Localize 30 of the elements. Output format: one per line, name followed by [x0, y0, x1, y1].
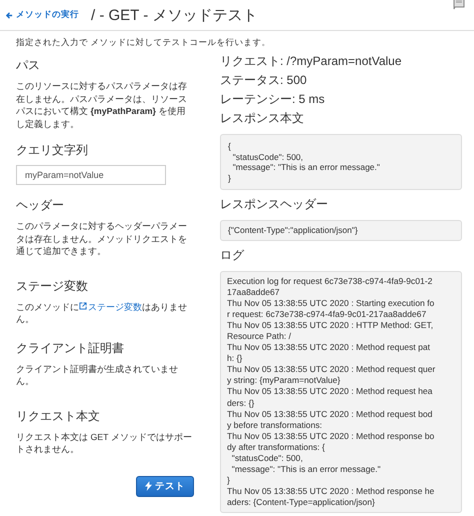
section-heading: クエリ文字列: [16, 142, 89, 159]
section-text: このリソースに対するパスパラメータは存在しません。パスパラメータは、リソースパスにおいて構文 {myPathParam} を使用し定義します。: [16, 80, 188, 130]
section-text: クライアント証明書が生成されていません。: [16, 362, 179, 388]
book-icon[interactable]: [452, 0, 466, 10]
section-text: リクエスト本文は GET メソッドではサポートされません。: [16, 430, 193, 456]
status-text: ステータス: 500: [220, 72, 308, 89]
test-button[interactable]: テスト: [136, 476, 194, 496]
section-heading: リクエスト本文: [16, 408, 101, 424]
section-heading: クライアント証明書: [16, 340, 125, 356]
back-link[interactable]: メソッドの実行: [6, 9, 79, 21]
log-heading: ログ: [220, 246, 246, 264]
response-body-heading: レスポンス本文: [220, 110, 305, 127]
response-headers-heading: レスポンスヘッダー: [220, 196, 329, 213]
lightning-icon: [145, 481, 152, 491]
response-body: { "statusCode": 500, "message": "This is an error message." }: [220, 134, 462, 190]
section-heading: パス: [16, 57, 41, 74]
section-text: このメソッドに ステージ変数はありません。: [16, 300, 188, 326]
arrow-icon: [6, 12, 13, 18]
query-string-field[interactable]: myParam=notValue: [16, 165, 166, 185]
page-title: / - GET - メソッドテスト: [91, 6, 258, 24]
section-heading: ヘッダー: [16, 197, 65, 214]
response-headers: {"Content-Type":"application/json"}: [220, 220, 462, 240]
log-output: Execution log for request 6c73e738-c974-4fa9-9c01-2 17aa8adde67 Thu Nov 05 13:38:55 UTC 2020 : Starting execution fo r request: 6c73e738-c974-4fa9-9c01-217aa8adde67 Thu Nov 05 13:38:55 UTC 2020 : HTTP Method: GET, Resource Path: / Thu Nov 05 13:38:55 UTC 2020 : Method request pat h: {} Thu Nov 05 13:38:55 UTC 2020 : Method request quer y string: {myParam=notValue} Thu Nov 05 13:38:55 UTC 2020 : Method request hea ders: {} Thu Nov 05 13:38:55 UTC 2020 : Method request bod y before transformations: Thu Nov 05 13:38:55 UTC 2020 : Method response bo dy after transformations: { "statusCode": 500, "message": "This is an error message." } Thu Nov 05 13:38:55 UTC 2020 : Method response he aders: {Content-Type=application/json}: [220, 270, 462, 514]
request-text: リクエスト: /?myParam=notValue: [220, 53, 403, 70]
intro-text: 指定された入力で メソッドに対してテストコールを行います。: [15, 36, 272, 49]
section-heading: ステージ変数: [16, 278, 89, 294]
latency-text: レーテンシー: 5 ms: [220, 91, 326, 108]
external-link-icon: [79, 302, 87, 310]
stage-variables-link[interactable]: ステージ変数: [79, 302, 142, 312]
section-text: このパラメータに対するヘッダーパラメータは存在しません。メソッドリクエストを通じて追加できます。: [16, 220, 188, 258]
